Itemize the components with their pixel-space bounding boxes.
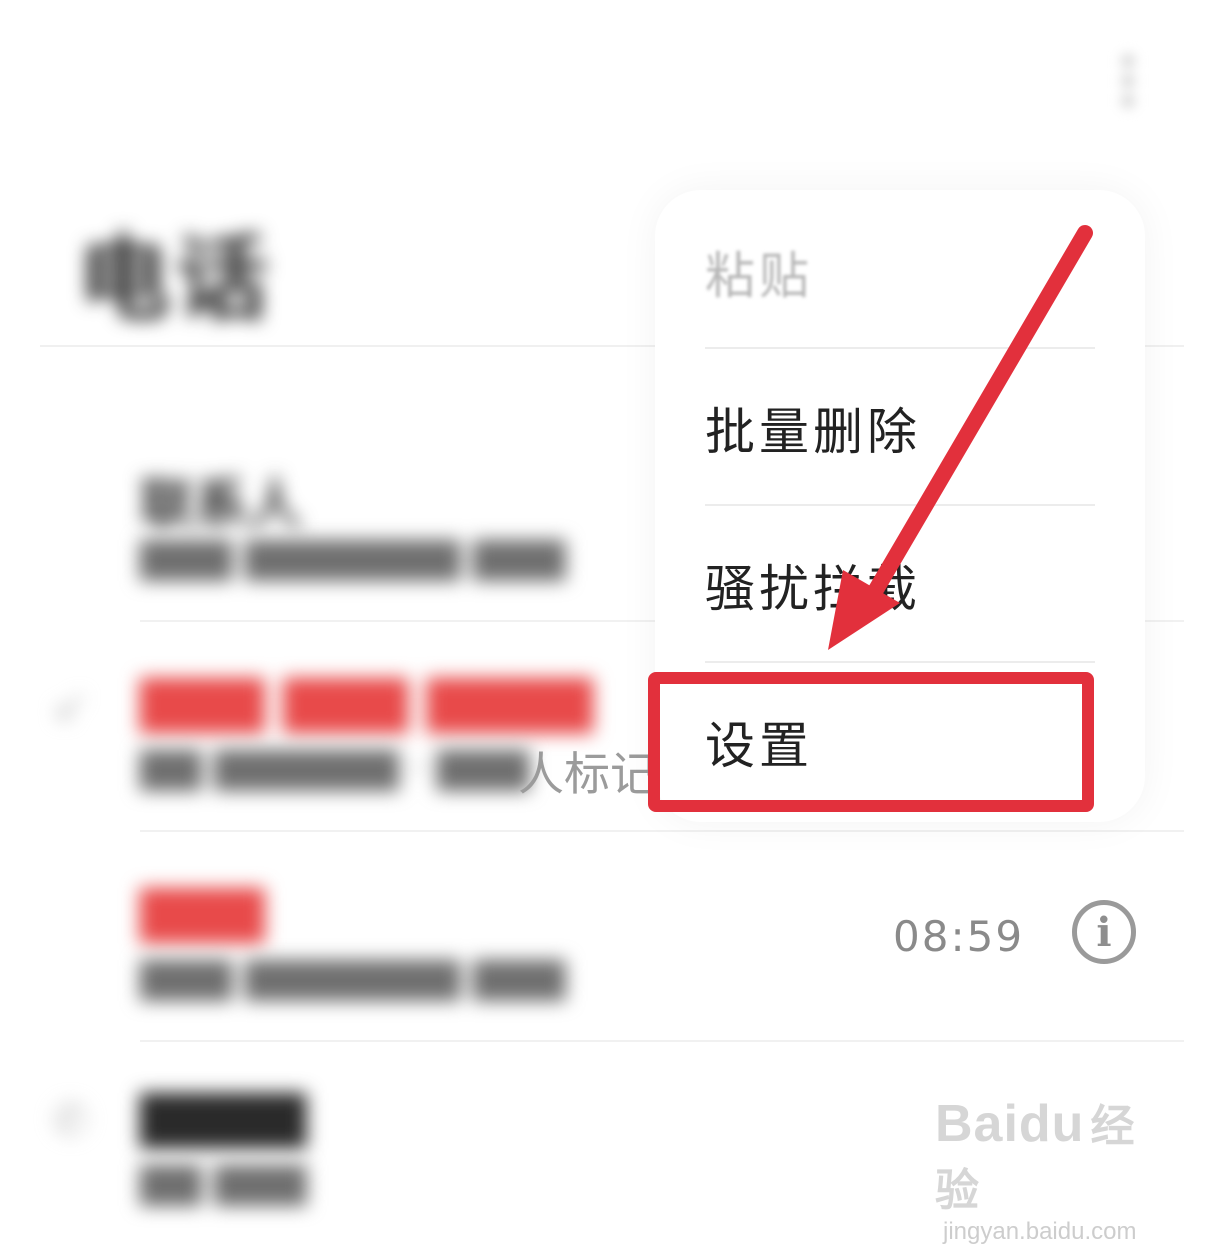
watermark-logo: Baidu 经验 (935, 1095, 1136, 1216)
watermark-url: jingyan.baidu.com (943, 1218, 1137, 1245)
annotation-arrow-icon (828, 225, 1093, 650)
baidu-watermark: Baidu 经验 jingyan.baidu.com (935, 1090, 1175, 1245)
